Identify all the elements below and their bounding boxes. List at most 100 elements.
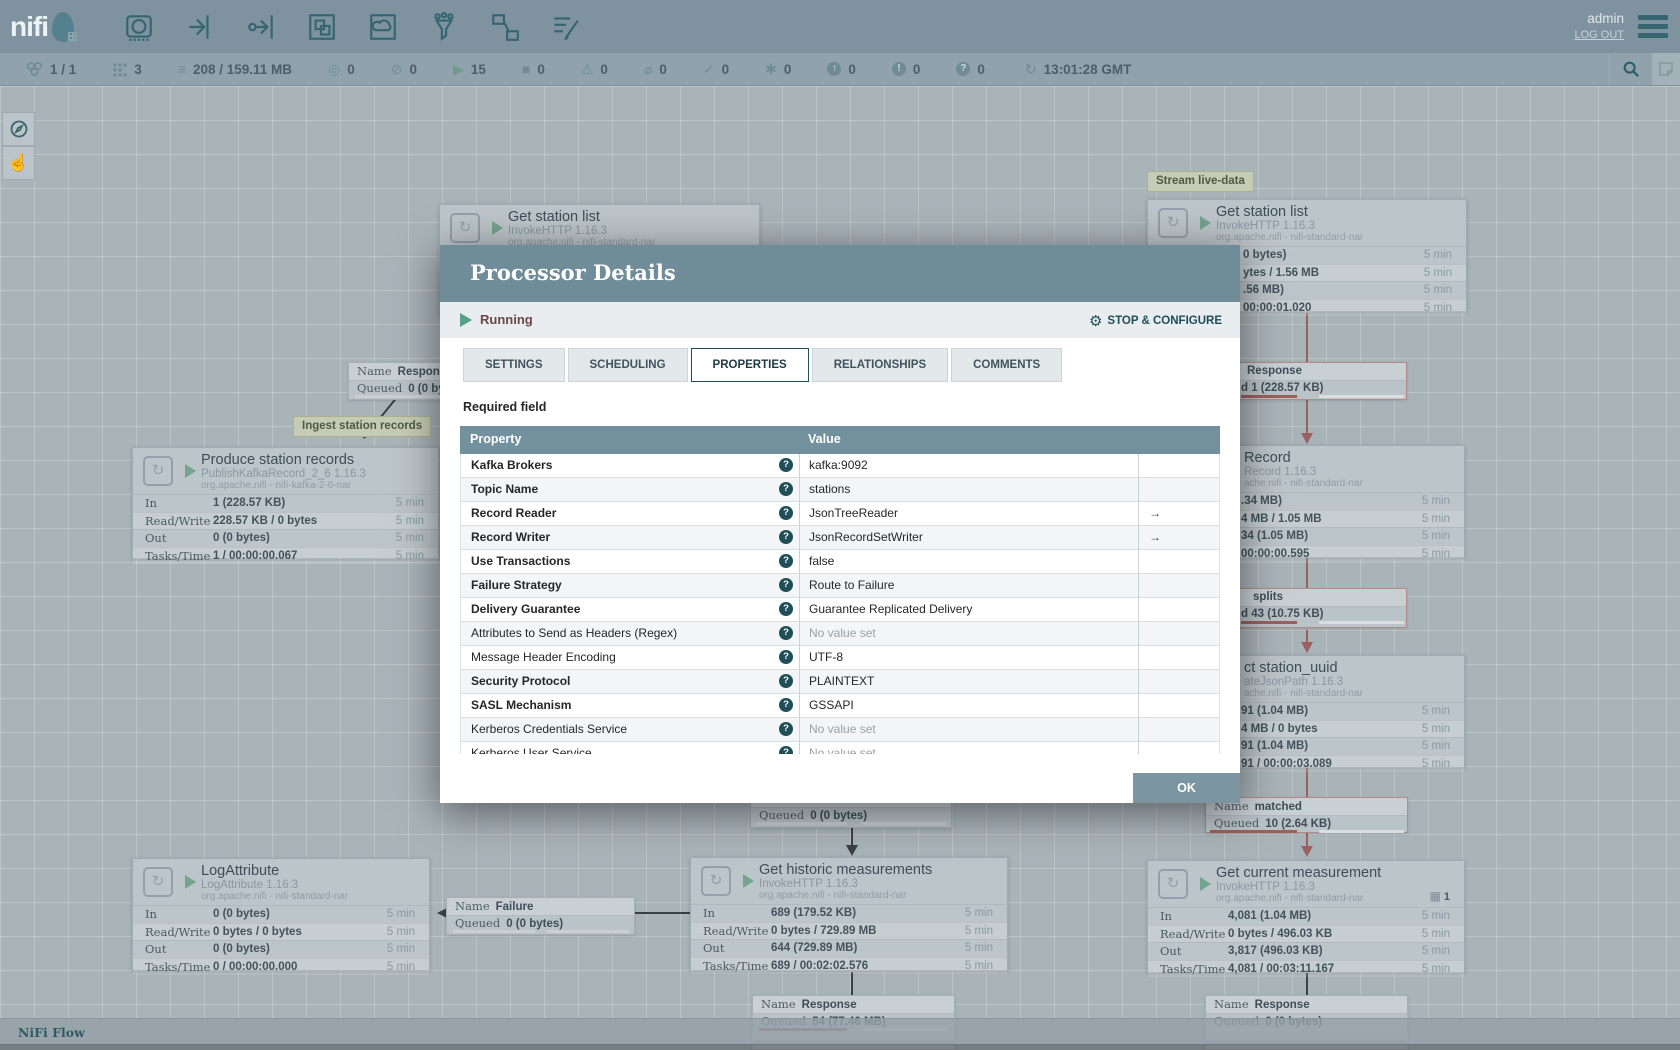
help-icon[interactable]: ? [779, 722, 793, 736]
help-icon[interactable]: ? [779, 578, 793, 592]
processor-type: InvokeHTTP 1.16.3 [1216, 220, 1315, 232]
processor-produce-station-records[interactable]: ↻ Produce station records PublishKafkaRe… [132, 447, 439, 564]
processor-get-current-measurement[interactable]: ↻ Get current measurement InvokeHTTP 1.1… [1147, 860, 1465, 977]
processor-type: InvokeHTTP 1.16.3 [1216, 881, 1315, 893]
help-icon[interactable]: ? [779, 554, 793, 568]
up-arrow-icon: ↑ [827, 62, 842, 76]
status-running: ▶ 15 [453, 60, 486, 77]
help-icon[interactable]: ? [779, 626, 793, 640]
processor-title: Record [1244, 450, 1291, 466]
goto-service-icon[interactable]: → [1149, 502, 1161, 525]
flow-status-bar: 1 / 1 3 ≡ 208 / 159.11 MB ◎ 0 ⊘ 0 ▶ 15 ■ 0 ⚠ 0… [0, 53, 1680, 86]
remote-process-group-tool-icon[interactable] [366, 10, 400, 44]
search-icon [1623, 61, 1639, 77]
note-icon [1659, 62, 1673, 76]
refresh-icon[interactable]: ↻ [1025, 61, 1037, 78]
ok-button[interactable]: OK [1133, 773, 1240, 803]
status-invalid: ⚠ 0 [580, 60, 608, 77]
required-field-note: Required field [463, 400, 547, 414]
help-icon[interactable]: ? [779, 530, 793, 544]
stop-and-configure-button[interactable]: ⚙ STOP & CONFIGURE [1089, 312, 1222, 330]
processor-icon: ↻ [701, 866, 731, 896]
global-menu-icon[interactable] [1638, 11, 1668, 42]
cluster-count-badge: ▦ 1 [1429, 889, 1450, 903]
tab-relationships[interactable]: RELATIONSHIPS [811, 348, 949, 382]
table-row: Record Writer ? JsonRecordSetWriter → [461, 526, 1219, 550]
processor-bundle: org.apache.nifi - nifi-standard-nar [201, 891, 349, 902]
label-tool-icon[interactable] [549, 10, 583, 44]
canvas-label-ingest[interactable]: Ingest station records [293, 416, 432, 437]
disabled-icon: ⌀ [643, 60, 653, 77]
properties-table: Property Value Kafka Brokers ? kafka:909… [460, 426, 1220, 754]
tab-comments[interactable]: COMMENTS [951, 348, 1063, 382]
processor-type: LogAttribute 1.16.3 [201, 879, 299, 891]
asterisk-icon: ✱ [765, 60, 777, 77]
connection-failure[interactable]: Name Failure Queued 0 (0 bytes) [446, 897, 635, 935]
user-area: admin LOG OUT [1574, 10, 1668, 43]
goto-service-icon[interactable]: → [1149, 526, 1161, 549]
play-icon: ▶ [453, 60, 464, 77]
operate-palette-button[interactable]: ☝ [2, 146, 35, 180]
running-icon [1200, 877, 1211, 891]
status-up-to-date: ✓ 0 [702, 60, 730, 77]
help-icon[interactable]: ? [779, 482, 793, 496]
help-icon[interactable]: ? [779, 602, 793, 616]
stop-icon: ■ [521, 61, 531, 77]
question-icon: ? [956, 62, 971, 76]
cluster-grid-icon: ▦ [1429, 889, 1441, 903]
tab-properties[interactable]: PROPERTIES [690, 348, 809, 382]
help-icon[interactable]: ? [779, 650, 793, 664]
column-divider [799, 454, 800, 754]
last-refreshed: ↻ 13:01:28 GMT [1024, 60, 1132, 78]
run-status-label: Running [480, 312, 533, 327]
status-unversioned: ? 0 [956, 62, 985, 77]
running-status-icon [460, 313, 472, 327]
navigate-palette-button[interactable] [2, 112, 35, 146]
input-port-tool-icon[interactable] [183, 10, 217, 44]
table-row: Kerberos User Service ? No value set [461, 742, 1219, 754]
dialog-title: Processor Details [470, 260, 676, 285]
processor-icon: ↻ [143, 867, 173, 897]
processor-type: InvokeHTTP 1.16.3 [759, 878, 858, 890]
cluster-icon [26, 61, 43, 77]
processor-logattribute[interactable]: ↻ LogAttribute LogAttribute 1.16.3 org.a… [132, 858, 430, 975]
properties-table-rows: Kafka Brokers ? kafka:9092 Topic Name ? … [460, 454, 1220, 754]
help-icon[interactable]: ? [779, 746, 793, 754]
processor-bundle: org.apache.nifi - nifi-standard-nar [1216, 893, 1364, 904]
warning-icon: ⚠ [580, 60, 594, 77]
gear-icon: ⚙ [1088, 313, 1103, 330]
template-tool-icon[interactable] [488, 10, 522, 44]
help-icon[interactable]: ? [779, 674, 793, 688]
nifi-droplet-icon [52, 11, 77, 42]
tab-scheduling[interactable]: SCHEDULING [567, 348, 688, 382]
dialog-tabs: SETTINGS SCHEDULING PROPERTIES RELATIONS… [463, 348, 1063, 382]
help-icon[interactable]: ? [779, 506, 793, 520]
canvas-label-stream[interactable]: Stream live-data [1147, 171, 1254, 192]
funnel-tool-icon[interactable] [427, 10, 461, 44]
nifi-logo-text: nifi [10, 10, 49, 42]
breadcrumb[interactable]: NiFi Flow [18, 1025, 85, 1040]
search-button[interactable] [1610, 53, 1652, 85]
processor-type: ateJsonPath 1.16.3 [1244, 676, 1344, 688]
status-stale: ↑ 0 [827, 62, 856, 77]
current-user: admin [1587, 10, 1624, 26]
help-icon[interactable]: ? [779, 698, 793, 712]
processor-type: InvokeHTTP 1.16.3 [508, 225, 607, 237]
processor-tool-icon[interactable] [122, 10, 156, 44]
compass-icon [10, 120, 27, 138]
logout-link[interactable]: LOG OUT [1574, 28, 1624, 43]
process-group-tool-icon[interactable] [305, 10, 339, 44]
table-row: Security Protocol ? PLAINTEXT [461, 670, 1219, 694]
processor-bundle: org.apache.nifi - nifi-standard-nar [759, 890, 907, 901]
running-icon [743, 874, 754, 888]
processor-title: ct station_uuid [1244, 660, 1338, 676]
tab-settings[interactable]: SETTINGS [463, 348, 565, 382]
processor-get-historic-measurements[interactable]: ↻ Get historic measurements InvokeHTTP 1… [690, 857, 1008, 974]
dialog-header: Processor Details [440, 245, 1240, 302]
help-icon[interactable]: ? [779, 458, 793, 472]
note-button[interactable] [1652, 53, 1680, 85]
output-port-tool-icon[interactable] [244, 10, 278, 44]
status-active-threads: 3 [112, 62, 142, 77]
running-icon [185, 464, 196, 478]
running-icon [185, 875, 196, 889]
